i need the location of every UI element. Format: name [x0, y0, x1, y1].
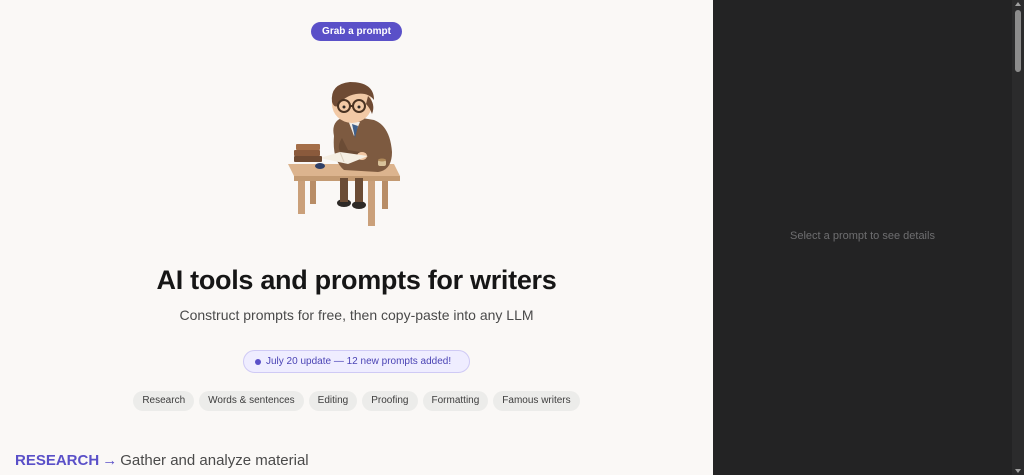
- page-subtitle: Construct prompts for free, then copy-pa…: [179, 307, 534, 323]
- update-text: July 20 update — 12 new prompts added!: [266, 356, 452, 367]
- scroll-thumb[interactable]: [1015, 10, 1021, 72]
- writer-illustration: [288, 82, 400, 226]
- update-badge[interactable]: July 20 update — 12 new prompts added!: [243, 350, 470, 373]
- scroll-up-icon[interactable]: [1015, 2, 1021, 6]
- tag-proofing[interactable]: Proofing: [362, 391, 418, 411]
- details-panel: Select a prompt to see details: [713, 0, 1024, 475]
- section-title: RESEARCH: [15, 452, 100, 469]
- grab-prompt-button[interactable]: Grab a prompt: [311, 22, 402, 41]
- tag-formatting[interactable]: Formatting: [422, 391, 489, 411]
- arrow-right-icon: →: [102, 452, 118, 469]
- section-heading: RESEARCH → Gather and analyze material: [15, 452, 309, 469]
- tag-famous-writers[interactable]: Famous writers: [493, 391, 580, 411]
- page-title: AI tools and prompts for writers: [156, 265, 557, 295]
- section-description: Gather and analyze material: [120, 452, 309, 469]
- tag-research[interactable]: Research: [133, 391, 195, 411]
- scroll-down-icon[interactable]: [1015, 469, 1021, 473]
- tag-editing[interactable]: Editing: [308, 391, 358, 411]
- scrollbar[interactable]: [1012, 0, 1024, 475]
- tag-words-sentences[interactable]: Words & sentences: [199, 391, 304, 411]
- status-dot-icon: [255, 359, 261, 365]
- details-placeholder: Select a prompt to see details: [790, 230, 935, 242]
- main-content: Grab a prompt AI tools and prompts for w…: [0, 0, 713, 475]
- category-tags: Research Words & sentences Editing Proof…: [0, 391, 713, 411]
